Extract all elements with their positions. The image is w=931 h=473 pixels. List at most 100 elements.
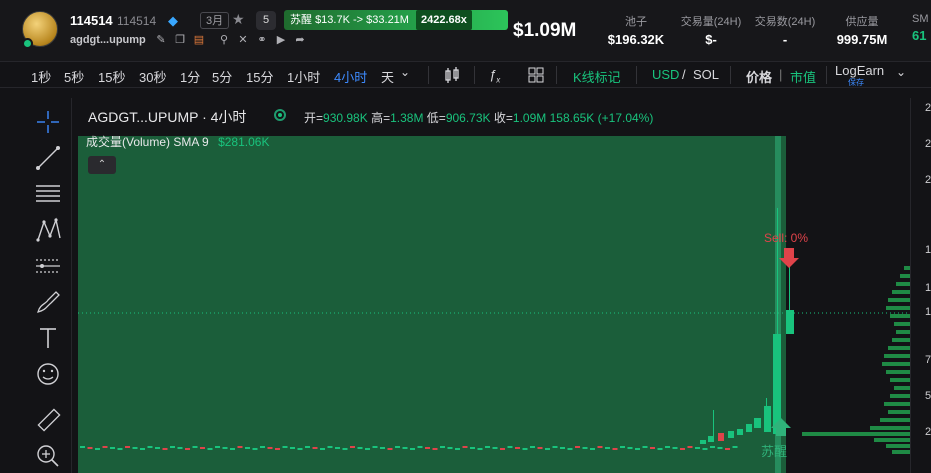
candle bbox=[728, 431, 734, 438]
horizontal-lines-icon[interactable] bbox=[30, 180, 66, 208]
candle bbox=[170, 446, 175, 448]
chevron-down-icon[interactable]: ⌄ bbox=[400, 65, 410, 79]
candle bbox=[425, 447, 430, 449]
sell-marker-label: Sell: 0% bbox=[764, 231, 808, 245]
volume-profile-bar bbox=[892, 450, 910, 454]
interval-1s[interactable]: 1秒 bbox=[31, 67, 51, 86]
logearn-button[interactable]: LogEarn bbox=[835, 63, 884, 78]
mode-marketcap[interactable]: 市值 bbox=[790, 67, 816, 86]
ruler-icon[interactable] bbox=[30, 406, 66, 434]
pattern-icon[interactable] bbox=[30, 216, 66, 244]
candle bbox=[650, 447, 655, 449]
candle bbox=[507, 446, 513, 448]
globe-icon[interactable]: ⚭ bbox=[255, 33, 269, 47]
measure-icon[interactable] bbox=[30, 252, 66, 280]
zoom-in-icon[interactable] bbox=[30, 442, 66, 470]
candle bbox=[764, 406, 771, 432]
volume-profile-bar bbox=[890, 394, 910, 398]
chart-title: AGDGT...UPUMP · 4小时 bbox=[88, 109, 247, 125]
x-twitter-icon[interactable]: ✕ bbox=[236, 33, 250, 47]
interval-30s[interactable]: 30秒 bbox=[139, 67, 166, 86]
copy-icon[interactable]: ❐ bbox=[173, 33, 187, 47]
candle bbox=[635, 448, 640, 450]
crosshair-icon[interactable] bbox=[30, 108, 66, 136]
interval-5s[interactable]: 5秒 bbox=[64, 67, 84, 86]
interval-15m[interactable]: 15分 bbox=[246, 67, 273, 86]
volume-profile-bar bbox=[890, 314, 910, 318]
axis-label: 1 bbox=[925, 306, 931, 318]
volume-legend: 成交量(Volume) SMA 9 $281.06K bbox=[86, 133, 269, 150]
axis-label: 2 bbox=[925, 426, 931, 438]
current-price: $1.09M bbox=[513, 20, 577, 41]
interval-5m[interactable]: 5分 bbox=[212, 67, 232, 86]
candle bbox=[708, 436, 714, 442]
collapse-button[interactable]: ⌃ bbox=[88, 156, 116, 174]
candle bbox=[207, 448, 213, 450]
interval-1m[interactable]: 1分 bbox=[180, 67, 200, 86]
price-chart[interactable]: Sell: 0% 苏醒 bbox=[78, 98, 910, 473]
candle bbox=[410, 448, 415, 450]
volume-profile-bar bbox=[886, 306, 910, 310]
volume-profile-bar bbox=[884, 354, 910, 358]
wake-marker-label: 苏醒 bbox=[761, 444, 787, 459]
emoji-icon[interactable] bbox=[30, 360, 66, 388]
candle bbox=[746, 424, 752, 432]
high-value: 1.38M bbox=[390, 111, 424, 125]
candle bbox=[575, 446, 580, 448]
candle bbox=[117, 448, 123, 450]
volume-profile-bar bbox=[892, 290, 910, 294]
wake-arrow: -> bbox=[353, 14, 364, 26]
volume-label: 成交量(Volume) bbox=[86, 135, 171, 149]
interval-1d[interactable]: 天 bbox=[381, 67, 394, 86]
star-icon[interactable]: ★ bbox=[232, 11, 245, 28]
indicators-fx-icon[interactable]: ƒx bbox=[489, 67, 500, 85]
interval-4h[interactable]: 4小时 bbox=[334, 67, 367, 86]
stat-label: 供应量 bbox=[845, 16, 879, 28]
volume-profile-bar bbox=[888, 298, 910, 302]
candle bbox=[695, 447, 700, 449]
candle-wick bbox=[777, 208, 778, 338]
chevron-down-icon[interactable]: ⌄ bbox=[896, 65, 906, 79]
interval-15s[interactable]: 15秒 bbox=[98, 67, 125, 86]
open-label: 开= bbox=[304, 111, 324, 125]
trend-line-icon[interactable] bbox=[30, 144, 66, 172]
search-icon[interactable]: ⚲ bbox=[217, 33, 231, 47]
price-axis[interactable]: 2 2 2 1 1 1 7 5 2 bbox=[910, 98, 931, 473]
token-symbol: 114514 bbox=[117, 14, 157, 28]
candlestick-type-icon[interactable] bbox=[443, 67, 461, 84]
document-icon[interactable]: ▤ bbox=[192, 33, 206, 47]
token-name: 114514 bbox=[70, 13, 113, 28]
axis-label: 2 bbox=[925, 102, 931, 114]
candle-wick bbox=[789, 266, 790, 314]
axis-label: 5 bbox=[925, 390, 931, 402]
layout-grid-icon[interactable] bbox=[528, 67, 544, 83]
wake-mc-from: $13.7K bbox=[315, 14, 350, 26]
sma-label: SMA 9 bbox=[173, 135, 209, 149]
text-icon[interactable] bbox=[30, 324, 66, 352]
edit-icon[interactable]: ✎ bbox=[154, 33, 168, 47]
kline-marker-toggle[interactable]: K线标记 bbox=[573, 67, 621, 86]
divider bbox=[636, 66, 637, 84]
wake-banner[interactable]: 苏醒 $13.7K -> $33.21M 2422.68x bbox=[284, 10, 508, 30]
candle bbox=[530, 446, 535, 448]
candle bbox=[567, 448, 573, 450]
share-icon[interactable]: ➦ bbox=[293, 33, 307, 47]
interval-1h[interactable]: 1小时 bbox=[287, 67, 320, 86]
candle bbox=[95, 448, 100, 450]
candle bbox=[395, 446, 400, 448]
candle bbox=[432, 448, 438, 450]
axis-label: 7 bbox=[925, 354, 931, 366]
mode-price[interactable]: 价格 bbox=[746, 67, 772, 86]
volume-profile-bar bbox=[880, 418, 910, 422]
mode-separator: | bbox=[779, 67, 783, 82]
save-label[interactable]: 保存 bbox=[848, 77, 864, 88]
telegram-icon[interactable]: ▶ bbox=[274, 33, 288, 47]
candle bbox=[110, 447, 115, 449]
candle bbox=[260, 446, 265, 448]
currency-sol[interactable]: SOL bbox=[693, 67, 719, 82]
candle bbox=[717, 447, 723, 449]
candle bbox=[297, 448, 303, 450]
brush-icon[interactable] bbox=[30, 288, 66, 316]
candle bbox=[327, 446, 333, 448]
currency-usd[interactable]: USD bbox=[652, 67, 679, 82]
